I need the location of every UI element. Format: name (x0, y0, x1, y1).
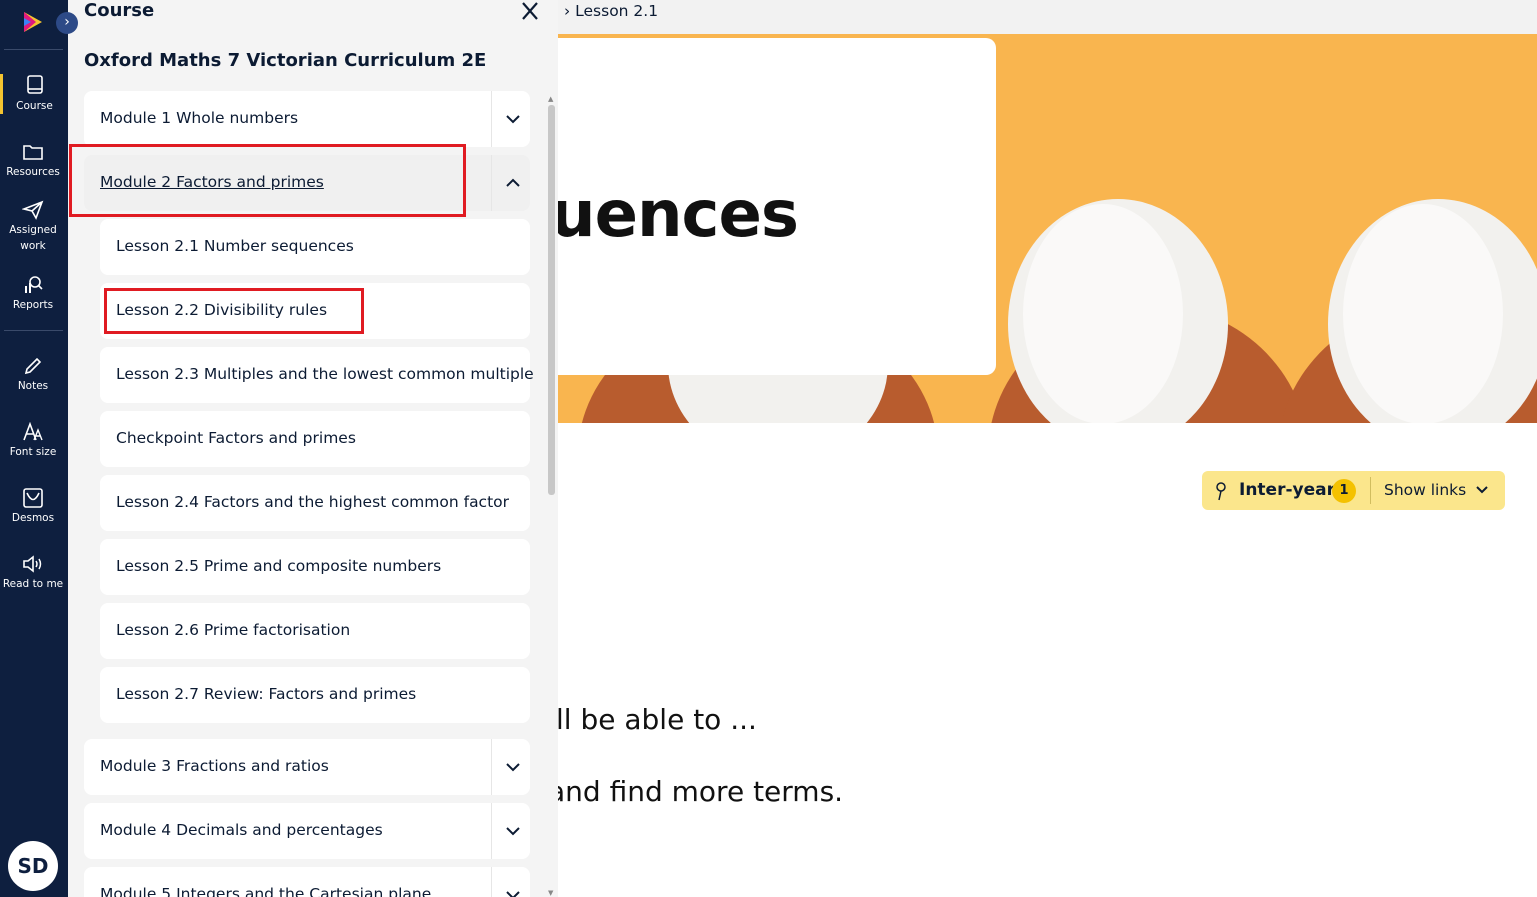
inter-year-links-button[interactable]: Inter-year 1 Show links (1202, 471, 1505, 510)
learning-intention-item: and find more terms. (548, 775, 844, 808)
rail-divider (4, 330, 63, 331)
scrollbar-thumb[interactable] (548, 105, 555, 495)
panel-title: Course (84, 0, 155, 21)
breadcrumb-item[interactable]: › Lesson 2.1 (564, 2, 658, 20)
close-icon[interactable] (518, 0, 542, 24)
scroll-up-icon[interactable]: ▲ (548, 95, 553, 103)
avatar[interactable]: SD (8, 841, 58, 891)
rail-item-notes[interactable]: Notes (0, 356, 66, 394)
lesson-label: Checkpoint Factors and primes (116, 429, 356, 447)
show-links-label: Show links (1384, 481, 1467, 499)
rail-item-label: Course (16, 100, 53, 112)
module-label[interactable]: Module 2 Factors and primes (100, 173, 324, 191)
module-separator (491, 91, 492, 147)
rail-item-label: Reports (12, 299, 54, 311)
module-item-5[interactable]: Module 5 Integers and the Cartesian plan… (84, 867, 530, 897)
hero-card: uences (558, 38, 996, 375)
rail-item-reports[interactable]: Reports (0, 275, 66, 313)
lesson-item[interactable]: Lesson 2.7 Review: Factors and primes (100, 667, 530, 723)
module-item-1[interactable]: Module 1 Whole numbers (84, 91, 530, 147)
lesson-item[interactable]: Checkpoint Factors and primes (100, 411, 530, 467)
chevron-down-icon[interactable] (504, 886, 522, 897)
rail-item-label: Notes (17, 380, 49, 392)
inter-year-label: Inter-year (1239, 480, 1335, 500)
chevron-up-icon[interactable] (504, 174, 522, 192)
reports-icon (25, 276, 43, 293)
font-size-icon (23, 422, 43, 441)
breadcrumb-lesson: Lesson 2.1 (575, 2, 659, 20)
folder-icon (23, 145, 43, 160)
inter-year-count-badge: 1 (1332, 479, 1356, 503)
rail-item-label: Assigned (9, 224, 57, 236)
lesson-item[interactable]: Lesson 2.2 Divisibility rules (100, 283, 530, 339)
chevron-down-icon[interactable] (504, 110, 522, 128)
module-label: Module 1 Whole numbers (100, 109, 299, 127)
learning-intention-text: ll be able to ... (556, 703, 757, 736)
module-separator (491, 803, 492, 859)
module-separator (491, 739, 492, 795)
chevron-right-icon: › (64, 14, 70, 30)
rail-item-resources[interactable]: Resources (0, 142, 66, 180)
chevron-down-icon (1476, 486, 1488, 494)
lesson-label: Lesson 2.5 Prime and composite numbers (116, 557, 442, 575)
lesson-item[interactable]: Lesson 2.3 Multiples and the lowest comm… (100, 347, 534, 403)
book-icon (26, 75, 43, 94)
chevron-down-icon[interactable] (504, 822, 522, 840)
scroll-down-icon[interactable]: ▼ (548, 889, 553, 897)
rail-divider (4, 49, 63, 50)
module-separator (491, 155, 492, 211)
lesson-label: Lesson 2.7 Review: Factors and primes (116, 685, 417, 703)
rail-item-label: Resources (6, 166, 60, 178)
module-item-2[interactable]: Module 2 Factors and primes (84, 155, 530, 211)
rail-item-font-size[interactable]: Font size (0, 422, 66, 460)
pill-divider (1370, 477, 1371, 504)
lesson-label: Lesson 2.4 Factors and the highest commo… (116, 493, 510, 511)
lesson-label: Lesson 2.1 Number sequences (116, 237, 354, 255)
speaker-icon (23, 555, 42, 573)
module-label: Module 5 Integers and the Cartesian plan… (100, 885, 432, 897)
paper-plane-icon (22, 200, 44, 220)
pin-icon (1216, 482, 1226, 501)
lesson-title: uences (558, 178, 799, 252)
rail-item-label-2: work (20, 240, 46, 252)
left-rail: Course Resources Assigned work Reports N… (0, 0, 68, 897)
lesson-item[interactable]: Lesson 2.1 Number sequences (100, 219, 530, 275)
rail-item-desmos[interactable]: Desmos (0, 488, 66, 526)
rail-item-assigned-work[interactable]: Assigned work (0, 200, 66, 254)
breadcrumb: › Lesson 2.1 (558, 0, 1537, 34)
module-separator (491, 867, 492, 897)
desmos-icon (23, 488, 43, 508)
collapse-panel-button[interactable]: › (56, 12, 78, 34)
course-panel: Course Oxford Maths 7 Victorian Curricul… (68, 0, 558, 897)
rail-item-label: Read to me (2, 578, 64, 590)
hero-banner: uences (558, 34, 1537, 423)
lesson-label: Lesson 2.6 Prime factorisation (116, 621, 351, 639)
module-label: Module 4 Decimals and percentages (100, 821, 383, 839)
course-title: Oxford Maths 7 Victorian Curriculum 2E (84, 50, 487, 71)
lesson-item[interactable]: Lesson 2.6 Prime factorisation (100, 603, 530, 659)
panel-scrollbar[interactable]: ▲ ▼ (548, 95, 555, 897)
rail-item-course[interactable]: Course (0, 74, 66, 114)
rail-item-label: Font size (9, 446, 57, 458)
chevron-right-icon: › (564, 2, 576, 20)
lesson-item[interactable]: Lesson 2.4 Factors and the highest commo… (100, 475, 530, 531)
app-logo-icon[interactable] (22, 10, 44, 34)
lesson-item[interactable]: Lesson 2.5 Prime and composite numbers (100, 539, 530, 595)
rail-item-read-to-me[interactable]: Read to me (0, 554, 66, 592)
module-item-4[interactable]: Module 4 Decimals and percentages (84, 803, 530, 859)
module-label: Module 3 Fractions and ratios (100, 757, 329, 775)
lesson-label: Lesson 2.2 Divisibility rules (116, 301, 328, 319)
module-item-3[interactable]: Module 3 Fractions and ratios (84, 739, 530, 795)
rail-item-label: Desmos (11, 512, 55, 524)
lesson-label: Lesson 2.3 Multiples and the lowest comm… (116, 365, 534, 383)
chevron-down-icon[interactable] (504, 758, 522, 776)
pencil-icon (24, 357, 42, 375)
